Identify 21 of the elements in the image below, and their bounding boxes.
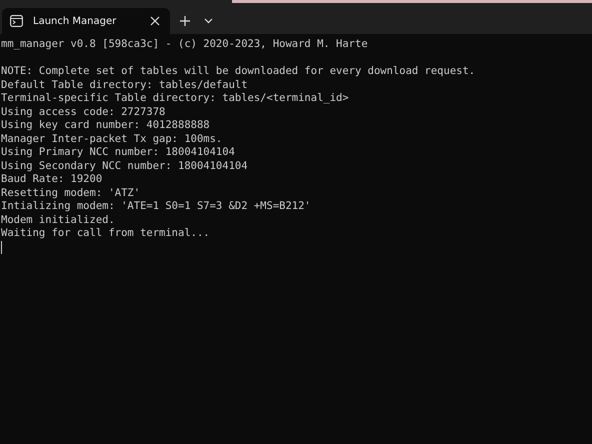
terminal-line: mm_manager v0.8 [598ca3c] - (c) 2020-2023, Howard M. Harte: [1, 38, 369, 52]
text-cursor: [1, 240, 2, 254]
terminal-line: Default Table directory: tables/default: [1, 78, 249, 92]
terminal-line: Intializing modem: 'ATE=1 S0=1 S7=3 &D2 +MS=B212': [1, 200, 312, 214]
terminal-line: Waiting for call from terminal...: [1, 227, 211, 240]
terminal-line: Using Secondary NCC number: 18004104104: [1, 160, 249, 173]
terminal-line: Terminal-specific Table directory: tables/<terminal_id>: [1, 92, 350, 106]
terminal-line: Manager Inter-packet Tx gap: 100ms.: [1, 132, 224, 146]
terminal-line: Modem initialized.: [1, 214, 116, 227]
terminal-line: NOTE: Complete set of tables will be downloaded for every download request.: [1, 65, 476, 78]
terminal-line: Using Primary NCC number: 18004104104: [1, 146, 236, 160]
terminal-icon: [10, 15, 23, 27]
terminal-line: Baud Rate: 19200: [1, 173, 104, 186]
new-tab-icon[interactable]: [180, 16, 190, 26]
terminal-line: Resetting modem: 'ATZ': [1, 186, 142, 200]
terminal-line: Using key card number: 4012888888: [1, 119, 211, 132]
tab-title: Launch Manager: [33, 16, 118, 26]
terminal-line: Using access code: 2727378: [1, 106, 166, 119]
caret-icon[interactable]: [204, 18, 213, 24]
close-icon[interactable]: [150, 16, 160, 26]
terminal-tab[interactable]: Launch Manager: [2, 8, 170, 34]
